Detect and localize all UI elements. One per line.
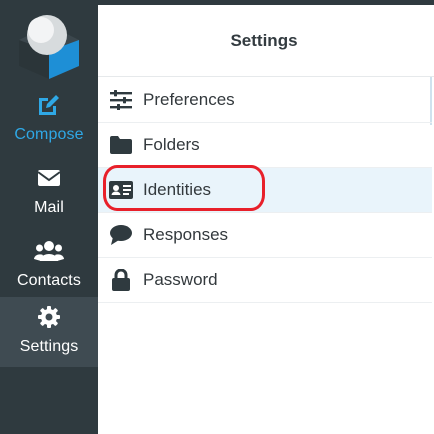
users-icon (34, 237, 64, 265)
nav-contacts-label: Contacts (17, 272, 81, 289)
page-title: Settings (230, 30, 298, 50)
settings-item-label: Responses (143, 225, 229, 244)
settings-item-label: Password (143, 270, 218, 289)
settings-item-identities[interactable]: Identities (98, 168, 432, 213)
nav-mail[interactable]: Mail (0, 158, 98, 230)
settings-item-password[interactable]: Password (98, 258, 432, 303)
gear-icon (37, 303, 61, 331)
settings-item-folders[interactable]: Folders (98, 123, 432, 168)
settings-item-label: Identities (143, 180, 212, 199)
sidebar: Compose Mail Contacts Settings (0, 5, 98, 434)
id-card-icon (108, 179, 134, 201)
settings-item-label: Preferences (143, 90, 235, 109)
settings-item-preferences[interactable]: Preferences (98, 78, 432, 123)
nav-contacts[interactable]: Contacts (0, 231, 98, 303)
envelope-icon (37, 164, 61, 192)
settings-item-responses[interactable]: Responses (98, 213, 432, 258)
app-logo[interactable] (14, 11, 84, 81)
folder-icon (108, 134, 134, 156)
speech-bubble-icon (108, 224, 134, 246)
sliders-icon (108, 89, 134, 111)
nav-mail-label: Mail (34, 199, 64, 216)
nav-compose[interactable]: Compose (0, 85, 98, 157)
settings-panel: Settings Preferences Folders Identities … (98, 5, 434, 434)
settings-item-label: Folders (143, 135, 200, 154)
compose-icon (36, 91, 62, 119)
settings-list: Preferences Folders Identities Responses… (98, 78, 434, 303)
panel-header: Settings (98, 5, 434, 77)
nav-settings-label: Settings (19, 338, 79, 355)
nav-compose-label: Compose (14, 126, 84, 143)
lock-icon (108, 269, 134, 291)
nav-settings[interactable]: Settings (0, 297, 98, 367)
